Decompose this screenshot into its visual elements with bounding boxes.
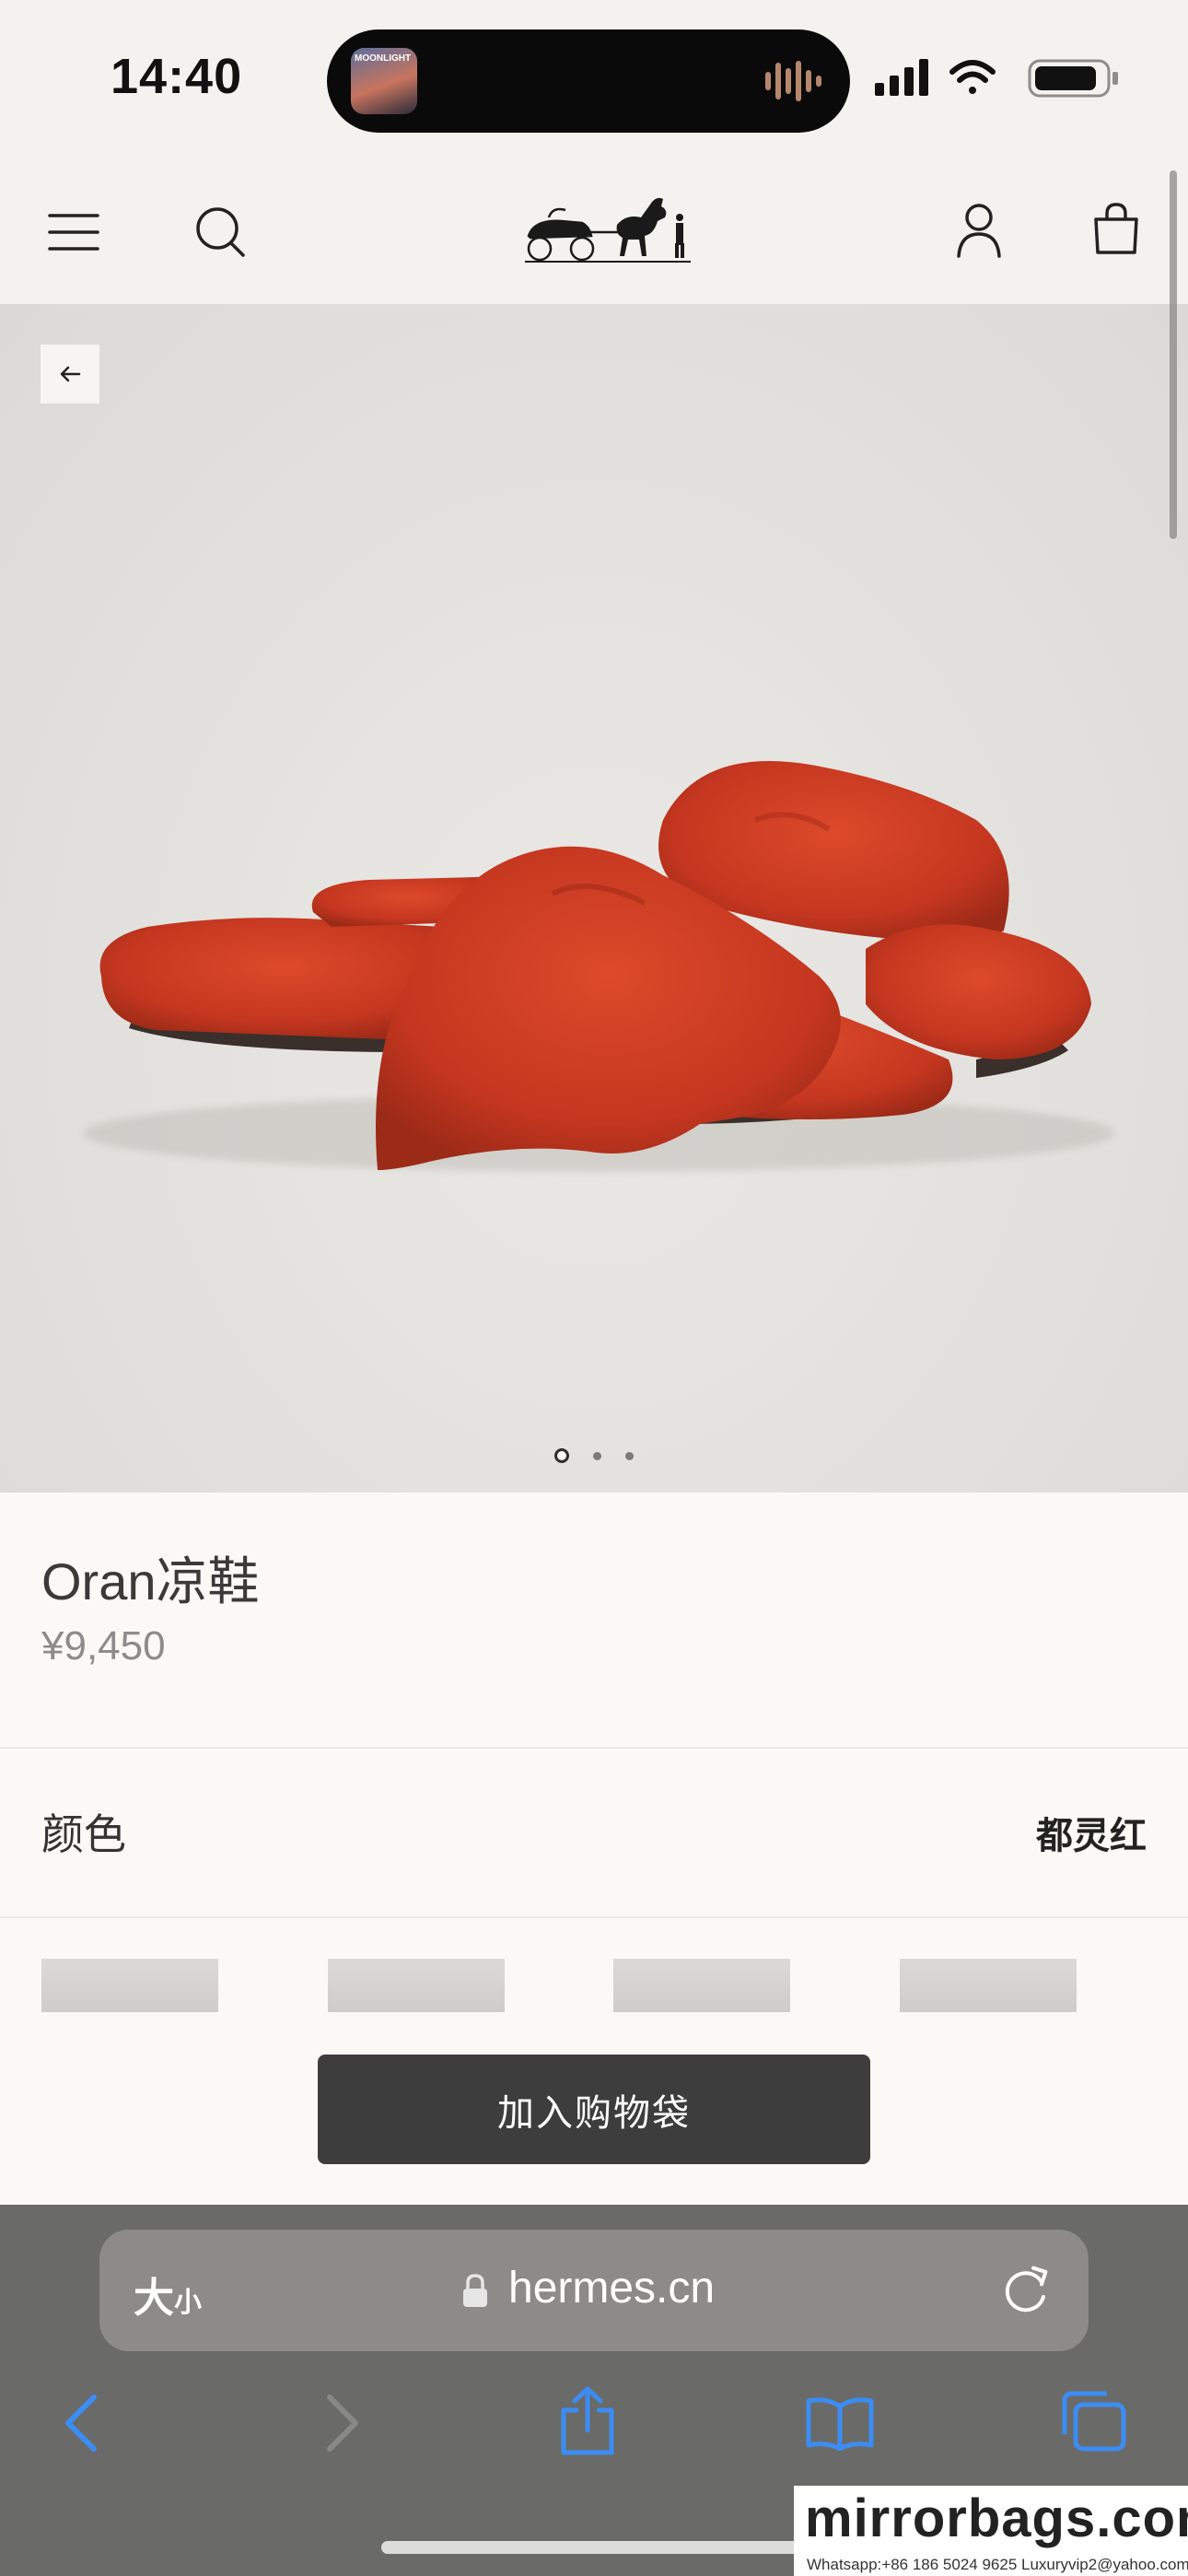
now-playing-artwork[interactable]: MOONLIGHT xyxy=(351,48,417,114)
carousel-pagination xyxy=(0,1446,1188,1465)
product-image-carousel[interactable] xyxy=(0,304,1188,1493)
audio-waveform-icon xyxy=(765,61,821,101)
selected-color-value: 都灵红 xyxy=(1036,1815,1147,1857)
color-swatch[interactable] xyxy=(613,1959,790,2012)
cellular-signal-icon xyxy=(875,59,928,96)
share-icon[interactable] xyxy=(558,2386,617,2456)
page-scroll-indicator[interactable] xyxy=(1170,170,1177,539)
carousel-dot-2[interactable] xyxy=(593,1451,601,1460)
site-header xyxy=(0,157,1188,304)
bookmarks-icon[interactable] xyxy=(805,2395,875,2451)
status-time: 14:40 xyxy=(111,49,243,104)
hamburger-menu-icon[interactable] xyxy=(48,212,99,252)
hermes-carriage-logo[interactable] xyxy=(525,190,691,267)
reload-icon[interactable] xyxy=(999,2262,1054,2317)
divider xyxy=(0,1747,1188,1749)
back-nav-icon[interactable] xyxy=(59,2394,105,2453)
tabs-icon[interactable] xyxy=(1061,2390,1127,2453)
status-icons xyxy=(875,59,1118,98)
color-label: 颜色 xyxy=(41,1809,126,1859)
product-name: Oran凉鞋 xyxy=(41,1552,260,1610)
product-price: ¥9,450 xyxy=(41,1623,166,1669)
dynamic-island[interactable]: MOONLIGHT xyxy=(327,29,850,133)
watermark-contact: Whatsapp:+86 186 5024 9625 Luxuryvip2@ya… xyxy=(807,2556,1188,2573)
color-swatch[interactable] xyxy=(900,1959,1077,2012)
carousel-dot-1[interactable] xyxy=(554,1448,569,1463)
watermark-logo: mirrorbags.com xyxy=(805,2488,1188,2548)
battery-icon xyxy=(1028,59,1118,98)
color-swatch[interactable] xyxy=(41,1959,218,2012)
search-icon[interactable] xyxy=(195,206,247,258)
forward-nav-icon[interactable] xyxy=(319,2394,365,2453)
color-swatch[interactable] xyxy=(328,1959,505,2012)
account-icon[interactable] xyxy=(956,203,1002,258)
now-playing-artwork-text: MOONLIGHT xyxy=(355,53,412,64)
shopping-bag-icon[interactable] xyxy=(1092,201,1140,256)
product-image-sandal xyxy=(83,761,1114,1172)
text-size-label-small: 小 xyxy=(174,2287,202,2319)
divider xyxy=(0,1916,1188,1918)
carousel-dot-3[interactable] xyxy=(625,1451,634,1460)
lock-icon xyxy=(463,2274,487,2307)
wifi-icon xyxy=(949,60,996,94)
text-size-button[interactable]: 大小 xyxy=(134,2265,202,2324)
text-size-label-big: 大 xyxy=(134,2275,174,2322)
home-indicator[interactable] xyxy=(381,2541,807,2554)
watermark: mirrorbags.com Whatsapp:+86 186 5024 962… xyxy=(794,2486,1188,2576)
add-to-bag-button[interactable]: 加入购物袋 xyxy=(318,2055,870,2164)
address-url[interactable]: hermes.cn xyxy=(508,2263,715,2313)
